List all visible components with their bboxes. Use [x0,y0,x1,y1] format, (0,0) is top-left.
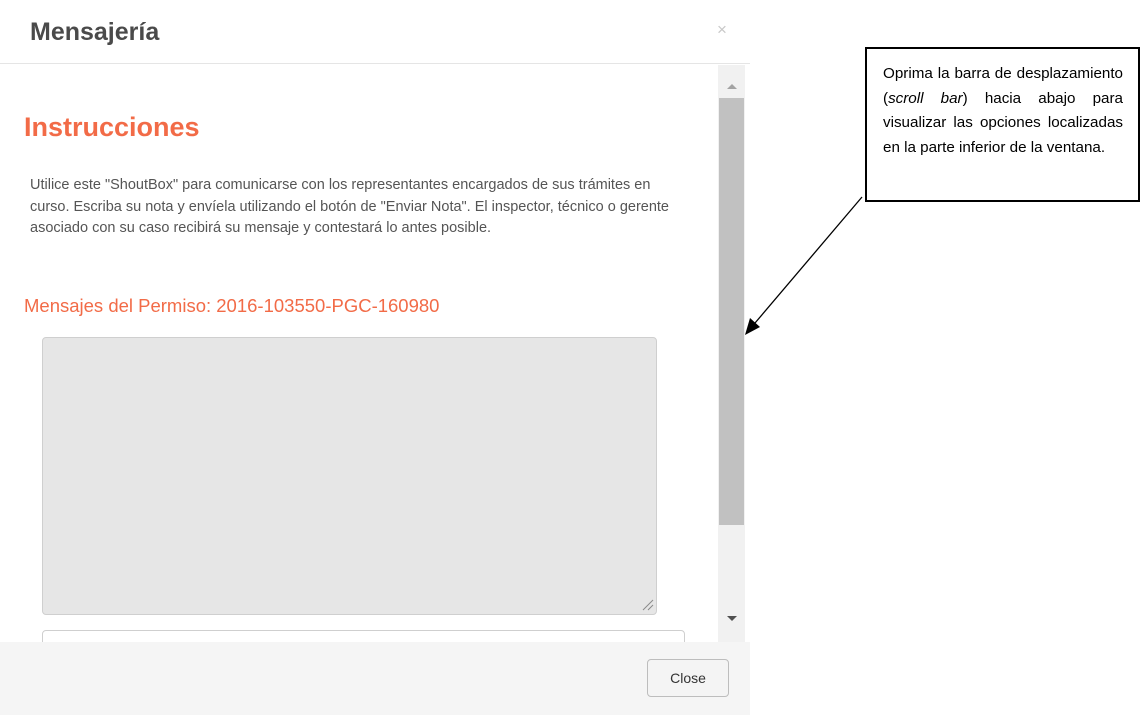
resize-grip-icon[interactable] [642,599,654,611]
modal-body: Instrucciones Utilice este "ShoutBox" pa… [10,65,745,642]
messaging-modal: Mensajería × Instrucciones Utilice este … [0,0,750,715]
triangle-down-icon [726,616,737,621]
modal-content: Instrucciones Utilice este "ShoutBox" pa… [10,65,715,642]
triangle-up-icon [726,84,737,89]
annotation-callout: Oprima la barra de desplazamiento (scrol… [865,47,1140,202]
note-input[interactable] [42,630,685,642]
close-icon[interactable]: × [712,20,732,40]
scrollbar[interactable] [718,65,745,642]
instructions-title: Instrucciones [24,112,200,142]
scroll-thumb[interactable] [719,98,744,525]
instructions-text: Utilice este "ShoutBox" para comunicarse… [30,177,669,236]
modal-title: Mensajería [30,18,160,46]
annotation-text-italic: scroll bar [888,89,963,107]
modal-header: Mensajería × [0,0,750,64]
messages-textarea[interactable] [42,337,657,615]
close-button[interactable]: Close [647,659,729,697]
scroll-down-button[interactable] [718,610,745,630]
scroll-up-button[interactable] [718,75,745,95]
modal-footer: Close [0,642,750,715]
permit-messages-heading: Mensajes del Permiso: 2016-103550-PGC-16… [24,295,440,316]
